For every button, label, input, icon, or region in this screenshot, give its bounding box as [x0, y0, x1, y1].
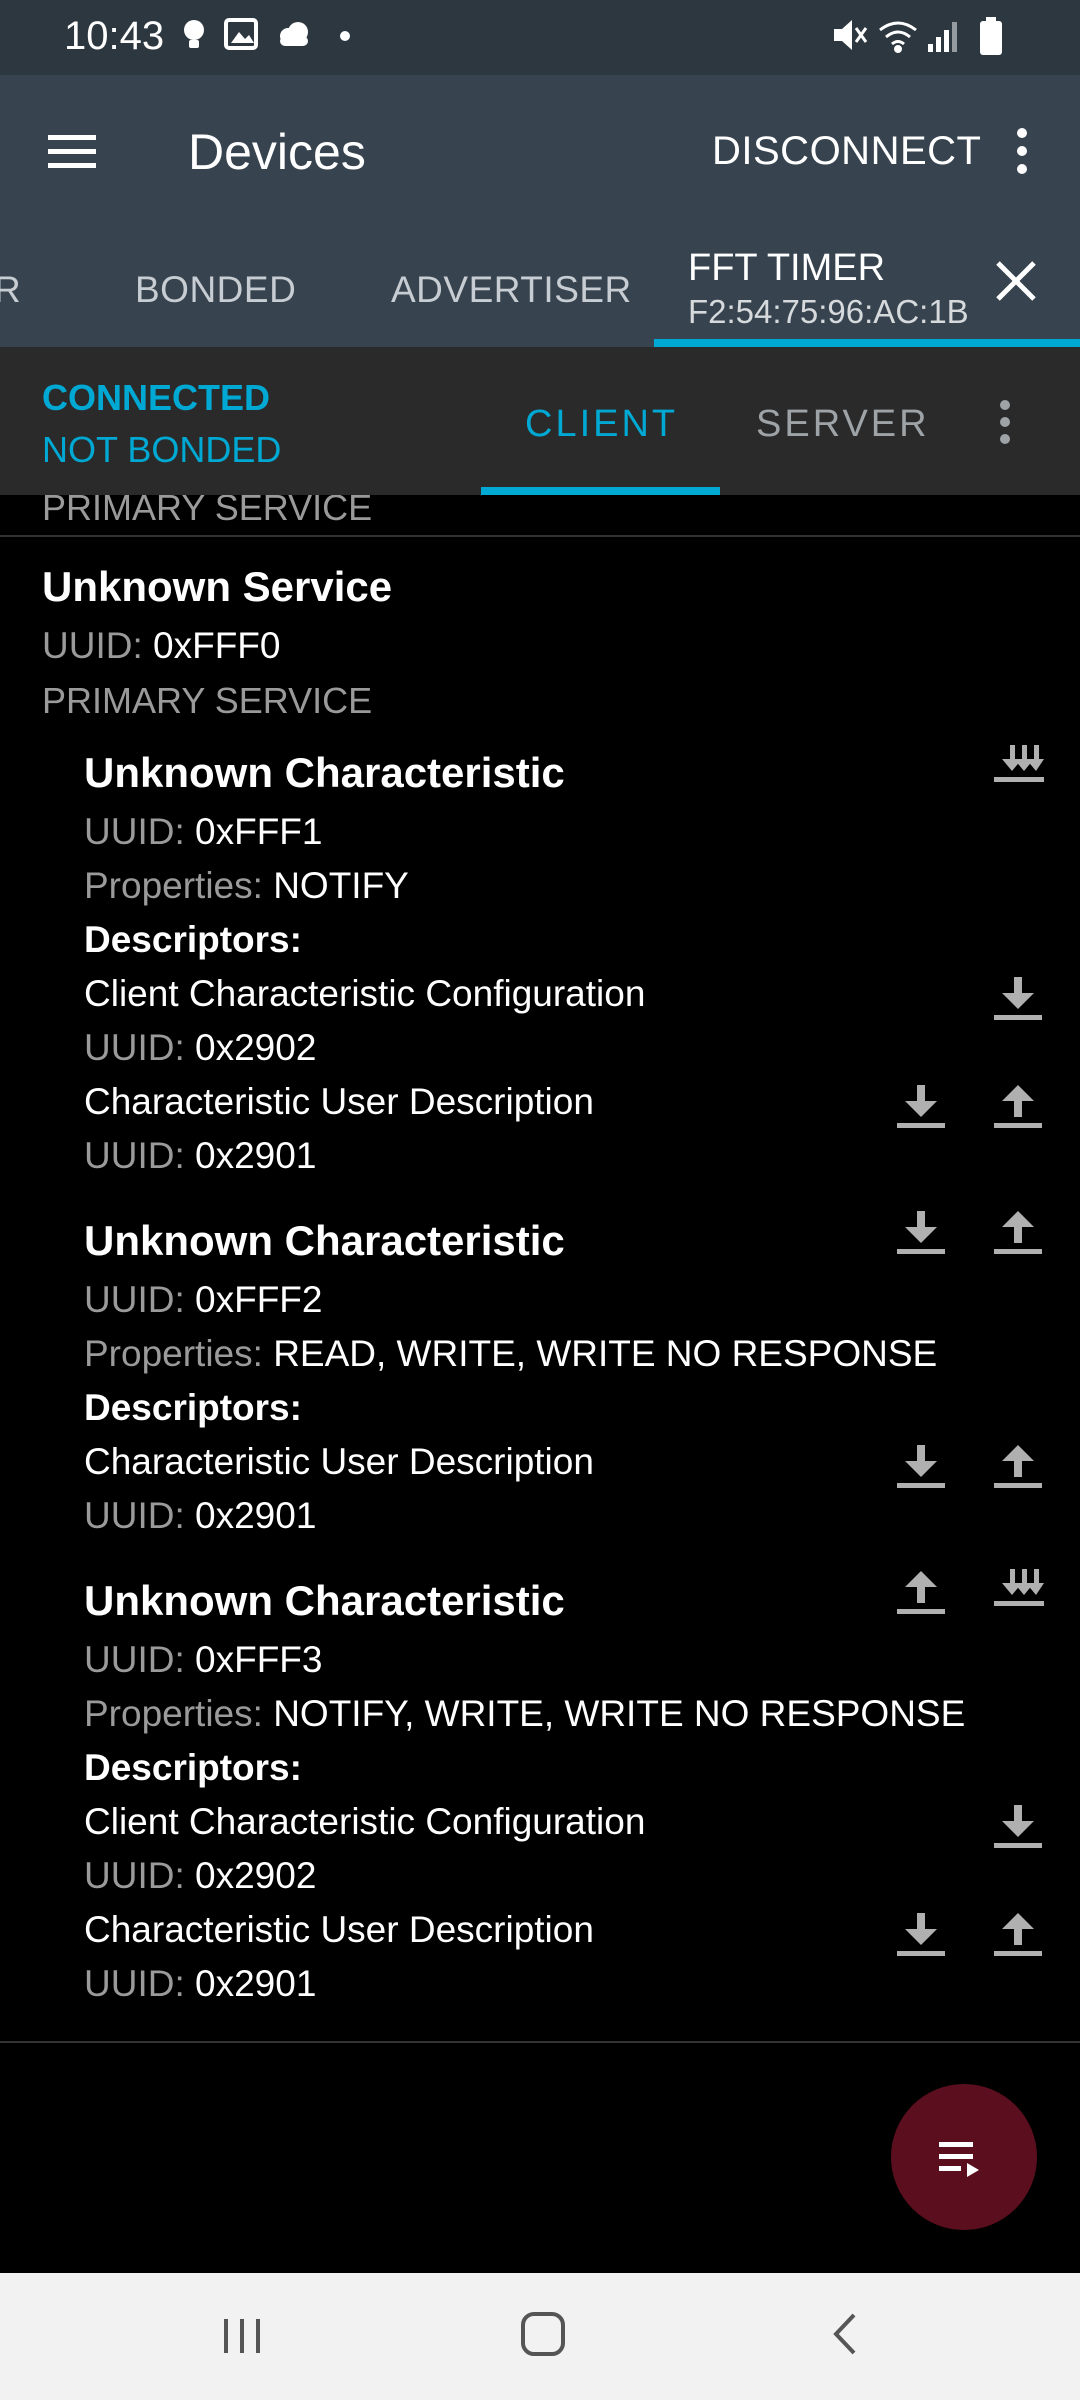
descriptor-uuid: UUID: 0x2901 — [84, 1135, 317, 1176]
battery-icon — [980, 17, 1002, 55]
bond-status: NOT BONDED — [42, 429, 282, 470]
read-icon[interactable] — [893, 1907, 949, 1963]
wifi-icon — [879, 21, 917, 53]
signal-icon — [928, 22, 957, 52]
write-icon[interactable] — [990, 1079, 1046, 1135]
more-options-icon[interactable] — [990, 397, 1020, 447]
descriptor-name[interactable]: Characteristic User Description — [84, 1441, 594, 1483]
mute-icon — [834, 20, 868, 50]
descriptors-label: Descriptors: — [84, 1747, 302, 1788]
page-title: Devices — [188, 124, 366, 180]
disconnect-button[interactable]: DISCONNECT — [712, 129, 981, 174]
status-time: 10:43 — [64, 14, 165, 58]
characteristic-properties: Properties: NOTIFY, WRITE, WRITE NO RESP… — [84, 1693, 966, 1734]
close-icon[interactable] — [990, 255, 1042, 307]
connection-bar: CONNECTED NOT BONDED CLIENT SERVER — [0, 347, 1080, 495]
status-bar: 10:43 — [0, 0, 1080, 75]
image-icon — [224, 18, 258, 50]
back-icon[interactable] — [820, 2309, 870, 2359]
tab-bonded[interactable]: BONDED — [135, 269, 296, 311]
status-left-icons — [184, 18, 350, 50]
divider — [0, 2041, 1080, 2043]
service-type: PRIMARY SERVICE — [42, 495, 373, 528]
characteristic-name[interactable]: Unknown Characteristic — [84, 1217, 565, 1265]
service-name[interactable]: Unknown Service — [42, 563, 392, 611]
app-bar: Devices DISCONNECT — [0, 75, 1080, 227]
characteristic-uuid: UUID: 0xFFF3 — [84, 1639, 323, 1680]
divider — [0, 535, 1080, 537]
write-icon[interactable] — [990, 1907, 1046, 1963]
characteristic-uuid: UUID: 0xFFF1 — [84, 811, 323, 852]
descriptor-name[interactable]: Client Characteristic Configuration — [84, 1801, 645, 1843]
dot-icon — [340, 31, 350, 41]
tab-server[interactable]: SERVER — [756, 403, 930, 446]
read-icon[interactable] — [990, 1799, 1046, 1855]
connection-status: CONNECTED — [42, 377, 271, 418]
descriptor-name[interactable]: Characteristic User Description — [84, 1081, 594, 1123]
read-icon[interactable] — [990, 971, 1046, 1027]
descriptor-name[interactable]: Client Characteristic Configuration — [84, 973, 645, 1015]
write-icon[interactable] — [990, 1439, 1046, 1495]
tab-device-name[interactable]: FFT TIMER — [688, 247, 885, 290]
notify-icon[interactable] — [990, 1565, 1046, 1621]
log-fab-button[interactable] — [891, 2084, 1037, 2230]
descriptor-uuid: UUID: 0x2902 — [84, 1027, 317, 1068]
characteristic-name[interactable]: Unknown Characteristic — [84, 1577, 565, 1625]
service-type: PRIMARY SERVICE — [42, 680, 373, 721]
characteristic-uuid: UUID: 0xFFF2 — [84, 1279, 323, 1320]
services-list[interactable]: PRIMARY SERVICE Unknown Service UUID: 0x… — [0, 495, 1080, 2273]
tab-device-address: F2:54:75:96:AC:1B — [688, 293, 969, 330]
descriptor-uuid: UUID: 0x2902 — [84, 1855, 317, 1896]
home-icon[interactable] — [518, 2309, 568, 2359]
notify-icon[interactable] — [990, 741, 1046, 797]
more-options-icon[interactable] — [1000, 121, 1044, 181]
lightbulb-icon — [184, 20, 204, 48]
service-uuid-row: UUID: 0xFFF0 — [42, 625, 281, 666]
menu-icon[interactable] — [40, 115, 106, 187]
tab-client[interactable]: CLIENT — [525, 403, 678, 446]
read-icon[interactable] — [893, 1439, 949, 1495]
tab-scanner-partial[interactable]: R — [0, 269, 21, 311]
cloud-icon — [280, 22, 308, 46]
device-tabs: R BONDED ADVERTISER FFT TIMER F2:54:75:9… — [0, 227, 1080, 347]
descriptors-label: Descriptors: — [84, 919, 302, 960]
write-icon[interactable] — [990, 1205, 1046, 1261]
recents-icon[interactable] — [218, 2311, 266, 2359]
descriptor-uuid: UUID: 0x2901 — [84, 1495, 317, 1536]
characteristic-name[interactable]: Unknown Characteristic — [84, 749, 565, 797]
descriptor-uuid: UUID: 0x2901 — [84, 1963, 317, 2004]
system-nav-bar — [0, 2273, 1080, 2400]
read-icon[interactable] — [893, 1079, 949, 1135]
characteristic-properties: Properties: NOTIFY — [84, 865, 409, 906]
log-list-icon — [939, 2142, 979, 2177]
descriptors-label: Descriptors: — [84, 1387, 302, 1428]
active-tab-indicator — [654, 339, 1080, 347]
status-right-icons — [834, 17, 1002, 55]
write-icon[interactable] — [893, 1565, 949, 1621]
descriptor-name[interactable]: Characteristic User Description — [84, 1909, 594, 1951]
client-tab-indicator — [481, 487, 720, 495]
characteristic-properties: Properties: READ, WRITE, WRITE NO RESPON… — [84, 1333, 938, 1374]
tab-advertiser[interactable]: ADVERTISER — [391, 269, 632, 311]
read-icon[interactable] — [893, 1205, 949, 1261]
